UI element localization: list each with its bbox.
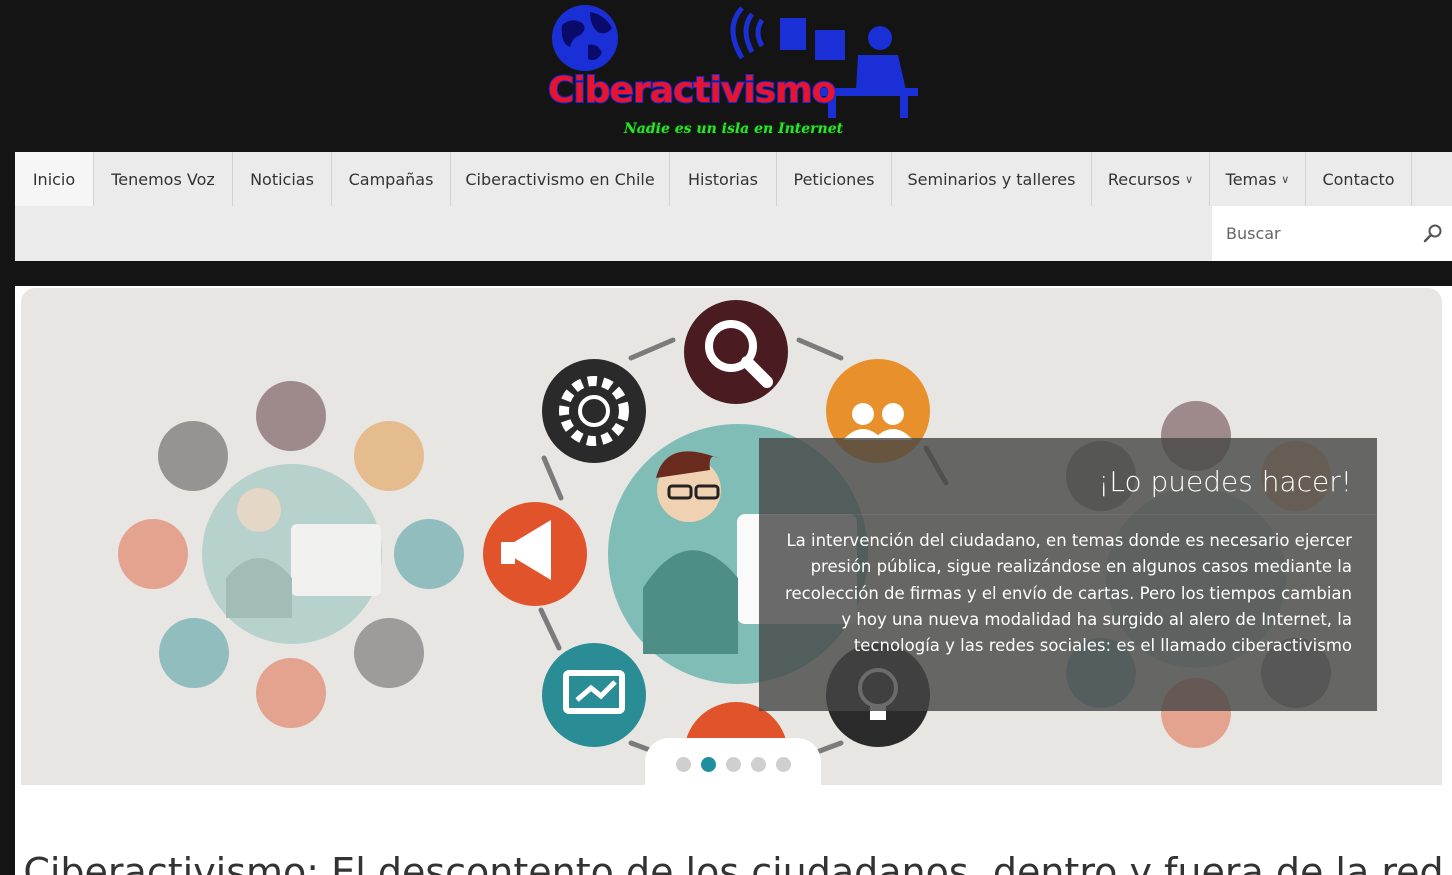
nav-item-historias[interactable]: Historias	[670, 152, 777, 206]
slider-dot-4[interactable]	[751, 757, 766, 772]
faded-illustration-left	[118, 381, 464, 728]
nav-label: Historias	[687, 169, 759, 189]
nav-label: Peticiones	[793, 169, 875, 189]
site-header: Ciberactivismo Nadie es un isla en Inter…	[0, 0, 1452, 152]
chevron-down-icon: ∨	[1185, 172, 1194, 186]
nav-label: Ciberactivismo en Chile	[465, 169, 655, 189]
nav-item-temas[interactable]: Temas ∨	[1210, 152, 1306, 206]
main-navigation: Inicio Tenemos Voz Noticias Campañas Cib…	[15, 152, 1452, 261]
search-box	[1212, 206, 1452, 261]
nav-item-seminarios-y-talleres[interactable]: Seminarios y talleres	[892, 152, 1092, 206]
search-input[interactable]	[1212, 206, 1452, 261]
nav-item-contacto[interactable]: Contacto	[1306, 152, 1412, 206]
slide-caption-text: La intervención del ciudadano, en temas …	[785, 531, 1352, 656]
nav-item-ciberactivismo-en-chile[interactable]: Ciberactivismo en Chile	[451, 152, 670, 206]
slider-dot-2[interactable]	[701, 757, 716, 772]
caption-divider	[759, 514, 1377, 515]
slider-dot-1[interactable]	[676, 757, 691, 772]
nav-label: Seminarios y talleres	[907, 169, 1076, 189]
slider-dot-5[interactable]	[776, 757, 791, 772]
nav-label: Recursos	[1107, 169, 1181, 189]
nav-label: Temas	[1225, 169, 1277, 189]
logo-title: Ciberactivismo	[547, 69, 837, 112]
search-icon[interactable]	[1422, 222, 1444, 244]
nav-label: Inicio	[32, 169, 76, 189]
slider-dot-3[interactable]	[726, 757, 741, 772]
nav-item-noticias[interactable]: Noticias	[233, 152, 332, 206]
nav-label: Contacto	[1322, 169, 1395, 189]
nav-item-peticiones[interactable]: Peticiones	[777, 152, 892, 206]
nav-item-inicio[interactable]: Inicio	[15, 152, 94, 206]
logo-tagline: Nadie es un isla en Internet	[624, 121, 844, 137]
nav-item-tenemos-voz[interactable]: Tenemos Voz	[94, 152, 233, 206]
chevron-down-icon: ∨	[1281, 172, 1290, 186]
nav-label: Tenemos Voz	[111, 169, 215, 189]
nav-item-campanas[interactable]: Campañas	[332, 152, 451, 206]
site-logo[interactable]: Ciberactivismo Nadie es un isla en Inter…	[540, 0, 930, 150]
nav-label: Noticias	[250, 169, 314, 189]
nav-item-recursos[interactable]: Recursos ∨	[1092, 152, 1210, 206]
page-headline: Ciberactivismo: El descontento de los ci…	[23, 850, 1444, 875]
slide-caption-box: ¡Lo puedes hacer! La intervención del ci…	[759, 438, 1377, 711]
slide-caption-title: ¡Lo puedes hacer!	[1098, 465, 1352, 498]
nav-label: Campañas	[348, 169, 434, 189]
